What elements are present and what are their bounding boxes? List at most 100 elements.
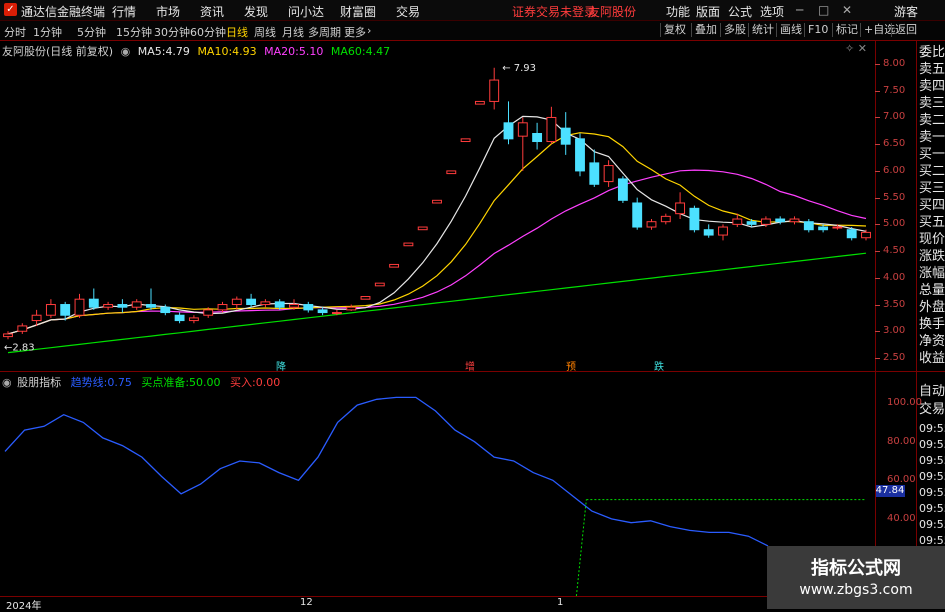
- app-title: 通达信金融终端: [21, 5, 106, 19]
- period-monthly[interactable]: 月线: [282, 24, 304, 40]
- candle-body: [446, 170, 457, 175]
- sub-y-tick-label: 40.00: [887, 512, 916, 524]
- kline-chart[interactable]: ← 7.93 ←2.83: [0, 41, 875, 371]
- tick-time: 09:55: [919, 438, 945, 451]
- period-more[interactable]: 更多: [344, 24, 366, 40]
- menu-assistant[interactable]: 问小达: [288, 3, 324, 20]
- maximize-icon[interactable]: □: [818, 3, 829, 17]
- candle-body: [632, 202, 643, 228]
- back-button[interactable]: 返回: [891, 23, 920, 37]
- multi-stock-button[interactable]: 多股: [720, 23, 749, 37]
- watermark-url: www.zbgs3.com: [799, 582, 913, 598]
- low-price-label: ←2.83: [4, 342, 35, 353]
- menu-market[interactable]: 行情: [112, 3, 136, 20]
- y-tick-mark: [875, 357, 880, 359]
- statistics-button[interactable]: 统计: [748, 23, 777, 37]
- quote-label: 卖三: [919, 96, 945, 111]
- candle-body: [88, 298, 99, 308]
- ma60-label: MA60:: [330, 45, 366, 58]
- candle-body: [474, 100, 485, 105]
- watermark-title: 指标公式网: [811, 558, 901, 579]
- chevron-right-icon[interactable]: ›: [367, 24, 371, 37]
- panel-divider: [917, 371, 945, 372]
- y-tick-mark: [875, 144, 880, 146]
- y-tick-mark: [875, 331, 880, 333]
- candle-body: [289, 304, 299, 308]
- period-daily[interactable]: 日线: [226, 24, 248, 40]
- period-5min[interactable]: 5分钟: [77, 24, 106, 40]
- y-tick-mark: [875, 197, 880, 199]
- quote-label: 买三: [919, 181, 945, 196]
- candle-body: [346, 306, 357, 311]
- menu-discover[interactable]: 发现: [244, 3, 268, 20]
- menu-trade[interactable]: 交易: [396, 3, 420, 20]
- y-tick-mark: [875, 277, 880, 279]
- quote-label: 委比: [919, 45, 945, 60]
- f10-button[interactable]: F10: [804, 23, 831, 37]
- candle-body: [260, 301, 271, 306]
- settings-circle-icon[interactable]: ◉: [121, 45, 131, 58]
- y-tick-label: 5.00: [883, 218, 906, 230]
- restore-rights-button[interactable]: 复权: [660, 23, 689, 37]
- period-weekly[interactable]: 周线: [254, 24, 276, 40]
- close-icon[interactable]: ✕: [842, 3, 852, 17]
- period-30min[interactable]: 30分钟: [154, 24, 190, 40]
- panel-auto-button[interactable]: 自动: [919, 383, 945, 401]
- sub-y-tick-label: 100.00: [887, 397, 922, 409]
- ma-info-bar: 友阿股份(日线 前复权) ◉ MA5:4.79 MA10:4.93 MA20:5…: [2, 43, 394, 59]
- tick-time: 09:55: [919, 502, 945, 515]
- y-tick-label: 4.50: [883, 245, 906, 257]
- menu-options[interactable]: 选项: [760, 3, 784, 20]
- mark-button[interactable]: 标记: [832, 23, 861, 37]
- y-tick-mark: [875, 64, 880, 66]
- buy-prepare-value: 50.00: [189, 376, 221, 389]
- indicator-settings-icon[interactable]: ◉: [2, 376, 12, 389]
- buy-prepare-label: 买点准备:: [141, 376, 190, 389]
- candle-body: [646, 221, 657, 228]
- tick-time: 09:55: [919, 454, 945, 467]
- candle-body: [45, 304, 56, 316]
- y-tick-label: 8.00: [883, 58, 906, 70]
- candle-body: [103, 304, 114, 308]
- overlay-button[interactable]: 叠加: [691, 23, 720, 37]
- period-15min[interactable]: 15分钟: [116, 24, 152, 40]
- period-1min[interactable]: 1分钟: [33, 24, 62, 40]
- draw-line-button[interactable]: 画线: [776, 23, 805, 37]
- quote-label: 买一: [919, 147, 945, 162]
- menu-bar: ✓ 通达信金融终端 行情 市场 资讯 发现 问小达 财富圈 交易 证券交易未登录…: [0, 0, 945, 21]
- quote-label: 净资: [919, 334, 945, 349]
- candle-body: [131, 301, 142, 308]
- quote-label: 总量: [919, 283, 945, 298]
- period-60min[interactable]: 60分钟: [190, 24, 226, 40]
- minimize-icon[interactable]: ─: [796, 3, 803, 17]
- menu-layout[interactable]: 版面: [696, 3, 720, 20]
- ma10-value: 4.93: [232, 45, 257, 58]
- candle-body: [17, 325, 28, 332]
- indicator-info-bar: ◉ 股朋指标 趋势线:0.75 买点准备:50.00 买入:0.00: [2, 374, 286, 390]
- candle-body: [403, 242, 414, 247]
- menu-exchange[interactable]: 市场: [156, 3, 180, 20]
- candle-body: [217, 304, 228, 311]
- panel-trade-button[interactable]: 交易: [919, 401, 945, 419]
- indicator-chart[interactable]: [0, 372, 875, 597]
- chart-settings-icon[interactable]: ✧ ✕: [845, 42, 867, 55]
- candle-body: [188, 317, 199, 322]
- period-multi[interactable]: 多周期: [308, 24, 341, 40]
- x-label-jan: 1: [557, 597, 564, 608]
- candle-body: [589, 162, 600, 185]
- menu-formula[interactable]: 公式: [728, 3, 752, 20]
- buy-value: 0.00: [255, 376, 281, 389]
- login-notice[interactable]: 证券交易未登录: [512, 3, 596, 20]
- menu-wealth[interactable]: 财富圈: [340, 3, 376, 20]
- indicator-title: 股朋指标: [17, 376, 62, 389]
- candle-body: [532, 133, 543, 143]
- period-timeshare[interactable]: 分时: [4, 24, 26, 40]
- period-bar: 分时 1分钟 5分钟 15分钟 30分钟 60分钟 日线 周线 月线 多周期 更…: [0, 21, 945, 41]
- y-tick-label: 7.50: [883, 84, 906, 96]
- menu-news[interactable]: 资讯: [200, 3, 224, 20]
- y-tick-label: 3.50: [883, 298, 906, 310]
- menu-function[interactable]: 功能: [666, 3, 690, 20]
- y-tick-label: 6.00: [883, 164, 906, 176]
- candle-body: [760, 218, 771, 225]
- guest-label[interactable]: 游客: [894, 3, 918, 20]
